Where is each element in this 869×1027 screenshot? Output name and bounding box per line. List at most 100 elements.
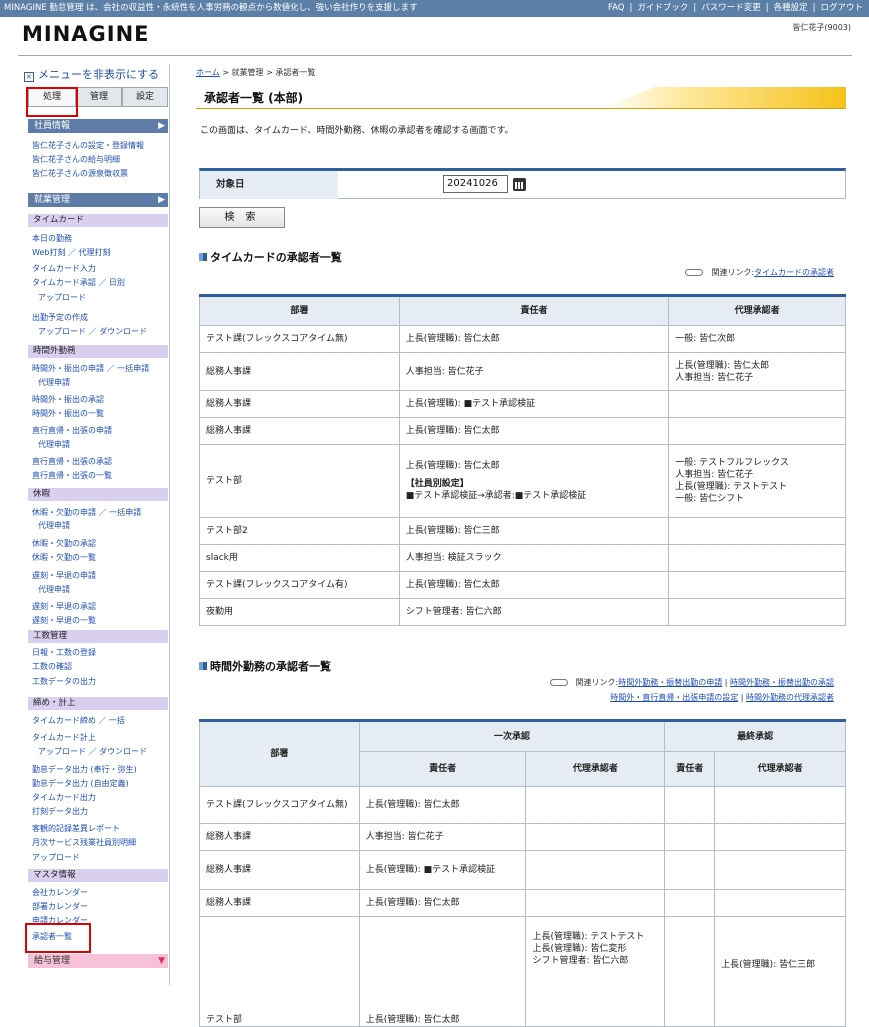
sidebar-sub-master: マスタ情報 (28, 869, 168, 882)
col-header-manager: 責任者 (398, 295, 670, 326)
proxy-cell (525, 823, 666, 851)
related-link-ot-proxy[interactable]: 時間外勤務の代理承認者 (746, 693, 834, 702)
sidebar-link[interactable]: 日報・工数の登録 (32, 647, 96, 658)
manager-cell: 上長(管理職): ■テスト承認検証 (398, 390, 670, 418)
manager-text: 上長(管理職): 皆仁三郎 (405, 526, 500, 536)
final-manager-cell (664, 850, 716, 890)
sidebar-link[interactable]: アップロード (32, 852, 80, 863)
search-button[interactable]: 検 索 (199, 207, 285, 228)
password-change-link[interactable]: パスワード変更 (701, 3, 761, 13)
proxy-cell: 一般: テストフルフレックス 人事担当: 皆仁花子 上長(管理職): テストテスト一… (668, 444, 846, 518)
sidebar-link[interactable]: 代理申請 (38, 377, 70, 388)
col-header-proxy: 代理承認者 (668, 295, 846, 326)
sidebar-head-employee[interactable]: 社員情報 ▶ (28, 119, 168, 133)
tab-settings[interactable]: 設定 (122, 87, 168, 107)
timecard-approver-table: 部署 責任者 代理承認者 テスト課(フレックスコアタイム無) 上長(管理職): 皆… (199, 294, 846, 626)
final-proxy-cell: 上長(管理職): 皆仁三郎 (714, 916, 846, 1027)
sidebar-link[interactable]: アップロード (38, 292, 86, 303)
triangle-down-icon: ▼ (158, 956, 165, 966)
sidebar-link[interactable]: タイムカード入力 (32, 263, 96, 274)
logout-link[interactable]: ログアウト (820, 3, 863, 13)
sidebar-link[interactable]: 代理申請 (38, 439, 70, 450)
sidebar-link[interactable]: 本日の勤務 (32, 233, 72, 244)
proxy-cell (525, 786, 666, 824)
sidebar-link[interactable]: 工数データの出力 (32, 676, 96, 687)
target-date-input[interactable]: 20241026 (443, 175, 508, 193)
settings-link[interactable]: 各種設定 (774, 3, 808, 13)
sidebar-link[interactable]: 皆仁花子さんの設定・登録情報 (32, 140, 144, 151)
col-header-dept: 部署 (199, 720, 360, 787)
link-icon (685, 269, 704, 276)
sidebar-link[interactable]: 休暇・欠勤の申請 ／ 一括申請 (32, 507, 141, 518)
sidebar-link[interactable]: 遅刻・早退の申請 (32, 570, 96, 581)
related-link-timecard-approver[interactable]: タイムカードの承認者 (754, 268, 834, 277)
section-title-overtime: 時間外勤務の承認者一覧 (199, 658, 331, 674)
tab-manage[interactable]: 管理 (76, 87, 122, 107)
sidebar-link[interactable]: 皆仁花子さんの給与明細 (32, 154, 120, 165)
sidebar-link[interactable]: 直行直帰・出張の承認 (32, 456, 112, 467)
dept-cell: 総務人事課 (199, 390, 400, 418)
sidebar-link[interactable]: 部署カレンダー (32, 901, 88, 912)
sidebar-link[interactable]: 遅刻・早退の一覧 (32, 615, 96, 626)
sidebar-link[interactable]: 代理申請 (38, 584, 70, 595)
sidebar-link[interactable]: 月次サービス残業社員別明細 (32, 837, 136, 848)
sidebar-sub-overtime: 時間外勤務 (28, 345, 168, 358)
table-row: テスト課(フレックスコアタイム有) 上長(管理職): 皆仁太郎 (199, 571, 846, 599)
sidebar-link[interactable]: 直行直帰・出張の一覧 (32, 470, 112, 481)
proxy-cell (525, 889, 666, 917)
related-link-ot-settings[interactable]: 時間外・直行直帰・出張申請の設定 (610, 693, 738, 702)
sidebar-link[interactable]: タイムカード計上 (32, 732, 96, 743)
sidebar-link[interactable]: Web打刻 ／ 代理打刻 (32, 247, 111, 258)
calendar-icon[interactable] (513, 178, 526, 191)
sidebar-link[interactable]: 時間外・振出の申請 ／ 一括申請 (32, 363, 149, 374)
related-prefix: 関連リンク: (711, 268, 755, 277)
dept-cell: 総務人事課 (199, 352, 400, 391)
triangle-right-icon: ▶ (158, 195, 165, 205)
sidebar-link[interactable]: 時間外・振出の一覧 (32, 408, 104, 419)
employee-setting-text: ■テスト承認検証→承認者:■テスト承認検証 (405, 491, 587, 501)
sidebar-sub-holiday: 休暇 (28, 488, 168, 501)
sidebar-link[interactable]: 会社カレンダー (32, 887, 88, 898)
sidebar-sub-timecard: タイムカード (28, 214, 168, 227)
app-logo[interactable]: MINAGINE (22, 22, 150, 46)
sidebar-link[interactable]: 客観的記録差異レポート (32, 823, 120, 834)
sidebar-head-attendance[interactable]: 就業管理 ▶ (28, 193, 168, 207)
related-link-ot-apply[interactable]: 時間外勤務・振替出勤の申請 (618, 678, 722, 687)
sidebar-head-salary[interactable]: 給与管理 ▼ (28, 954, 168, 968)
title-decoration (601, 87, 846, 108)
sidebar-link[interactable]: タイムカード締め ／ 一括 (32, 715, 125, 726)
proxy-cell (668, 571, 846, 599)
sidebar-link[interactable]: 皆仁花子さんの源泉徴収票 (32, 168, 128, 179)
sidebar-link[interactable]: 工数の確認 (32, 661, 72, 672)
breadcrumb-item: 承認者一覧 (275, 68, 316, 77)
sidebar-link[interactable]: アップロード ／ ダウンロード (38, 746, 147, 757)
sidebar-link[interactable]: 代理申請 (38, 520, 70, 531)
sidebar-link[interactable]: アップロード ／ ダウンロード (38, 326, 147, 337)
sidebar-sub-closing: 締め・計上 (28, 697, 168, 710)
sidebar-link[interactable]: タイムカード承認 ／ 日別 (32, 277, 125, 288)
sidebar-link[interactable]: 時間外・振出の承認 (32, 394, 104, 405)
menu-toggle[interactable]: × メニューを非表示にする (24, 66, 159, 82)
related-link-ot-approve[interactable]: 時間外勤務・振替出勤の承認 (730, 678, 834, 687)
proxy-cell: 一般: 皆仁次郎 (668, 325, 846, 353)
sidebar-link[interactable]: 出勤予定の作成 (32, 312, 88, 323)
table-row: slack用 人事担当: 検証スラック (199, 544, 846, 572)
guidebook-link[interactable]: ガイドブック (637, 3, 688, 13)
sidebar-link[interactable]: 遅刻・早退の承認 (32, 601, 96, 612)
sidebar-link[interactable]: 打刻データ出力 (32, 806, 88, 817)
final-proxy-cell (714, 850, 846, 890)
sidebar-link[interactable]: 休暇・欠勤の一覧 (32, 552, 96, 563)
related-links-overtime: 関連リンク:時間外勤務・振替出勤の申請 | 時間外勤務・振替出勤の承認 (549, 677, 834, 688)
sidebar-link[interactable]: 勤怠データ出力 (自由定義) (32, 778, 129, 789)
page-title: 承認者一覧 (本部) (204, 91, 304, 105)
breadcrumb-home[interactable]: ホーム (196, 68, 220, 77)
sidebar-link[interactable]: タイムカード出力 (32, 792, 96, 803)
section-bullet-icon (199, 662, 207, 670)
sidebar-link[interactable]: 勤怠データ出力 (奉行・弥生) (32, 764, 137, 775)
table-row: テスト課(フレックスコアタイム無) 上長(管理職): 皆仁太郎 (199, 786, 846, 824)
faq-link[interactable]: FAQ (608, 3, 624, 13)
sidebar-link[interactable]: 休暇・欠勤の承認 (32, 538, 96, 549)
breadcrumb-item: 就業管理 (231, 68, 264, 77)
table-row: 総務人事課 上長(管理職): 皆仁太郎 (199, 417, 846, 445)
sidebar-link[interactable]: 直行直帰・出張の申請 (32, 425, 112, 436)
